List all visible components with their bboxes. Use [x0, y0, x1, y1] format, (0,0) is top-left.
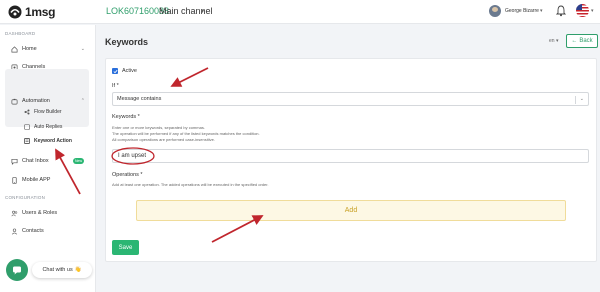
- keyword-value: I am upset: [118, 153, 147, 159]
- logo-text: 1msg: [25, 5, 56, 19]
- section-label-dashboard: DASHBOARD: [5, 31, 36, 36]
- sidebar-item-keyword-action[interactable]: Keyword Action: [24, 135, 72, 147]
- keyword-icon: [24, 138, 30, 144]
- keywords-help-line: Enter one or more keywords, separated by…: [112, 125, 205, 130]
- sidebar-item-label: Mobile APP: [22, 177, 51, 183]
- arrow-left-icon: ←: [571, 38, 578, 44]
- chat-bubble-icon: [13, 266, 21, 275]
- chat-with-us-label: Chat with us: [42, 267, 73, 273]
- avatar[interactable]: [489, 5, 501, 17]
- sidebar-item-auto-replies[interactable]: Auto Replies: [24, 121, 62, 133]
- chat-launcher-button[interactable]: [6, 259, 28, 281]
- condition-value: Message contains: [117, 96, 162, 102]
- operations-label: Operations *: [112, 172, 143, 178]
- save-label: Save: [118, 244, 133, 251]
- keywords-label: Keywords *: [112, 114, 140, 120]
- back-button[interactable]: ← Back: [566, 34, 598, 48]
- language-select[interactable]: en ▾: [549, 38, 558, 44]
- sidebar-item-users-roles[interactable]: Users & Roles: [5, 206, 89, 220]
- keyword-input[interactable]: I am upset: [112, 149, 589, 163]
- active-checkbox[interactable]: [112, 68, 118, 74]
- sidebar-item-label: Home: [22, 46, 37, 52]
- if-label: If *: [112, 83, 119, 89]
- add-operation-button[interactable]: Add: [136, 200, 566, 221]
- chevron-down-icon: ⌄: [80, 46, 85, 52]
- users-icon: [11, 210, 18, 216]
- save-button[interactable]: Save: [112, 240, 139, 255]
- top-bar: 1msg LOK607160088 Main channel ▾ George …: [0, 0, 600, 24]
- condition-select[interactable]: Message contains ⌄: [112, 92, 589, 106]
- contacts-icon: [11, 228, 18, 235]
- us-flag-icon[interactable]: [576, 4, 589, 17]
- chevron-down-icon[interactable]: ▾: [201, 8, 204, 15]
- sidebar-item-label: Auto Replies: [34, 124, 63, 130]
- chat-icon: [11, 158, 18, 165]
- flow-icon: [24, 109, 30, 115]
- automation-icon: [11, 98, 18, 104]
- page-title: Keywords: [105, 37, 149, 47]
- sidebar-item-label: Automation: [22, 98, 50, 104]
- chevron-down-icon: ⌄: [579, 96, 584, 102]
- select-divider: [575, 96, 576, 104]
- sidebar-item-home[interactable]: Home ⌄: [5, 42, 89, 56]
- new-badge: New: [73, 158, 84, 164]
- sidebar-item-label: Users & Roles: [22, 210, 58, 216]
- sidebar-item-contacts[interactable]: Contacts: [5, 224, 89, 238]
- wave-icon: 👋: [74, 267, 82, 273]
- reply-icon: [24, 124, 30, 130]
- chevron-up-icon: ⌃: [80, 98, 85, 104]
- add-label: Add: [344, 207, 358, 214]
- check-icon: [113, 69, 118, 73]
- keywords-help-line: The operation will be performed if any o…: [112, 131, 260, 136]
- logo-icon: [8, 5, 22, 19]
- sidebar-item-label: Keyword Action: [34, 138, 72, 144]
- operations-help: Add at least one operation. The added op…: [112, 182, 269, 187]
- active-label: Active: [122, 68, 137, 74]
- home-icon: [11, 45, 18, 52]
- back-label: Back: [579, 38, 593, 44]
- sidebar-item-label: Chat Inbox: [22, 158, 49, 164]
- language-value: en: [549, 38, 555, 44]
- sidebar-item-label: Flow Builder: [34, 109, 62, 115]
- logo[interactable]: 1msg: [8, 5, 55, 19]
- chat-with-us-button[interactable]: Chat with us 👋: [32, 262, 92, 278]
- section-label-configuration: CONFIGURATION: [5, 195, 46, 200]
- bell-icon[interactable]: [556, 5, 566, 17]
- user-name[interactable]: George Bizarre: [505, 8, 539, 14]
- chevron-down-icon[interactable]: ▾: [591, 8, 594, 14]
- channel-name[interactable]: Main channel: [159, 6, 213, 16]
- keywords-help-line: All comparison operations are performed …: [112, 137, 215, 142]
- chevron-down-icon[interactable]: ▾: [540, 8, 543, 14]
- sidebar-item-mobile-app[interactable]: Mobile APP: [5, 173, 89, 187]
- sidebar-item-flow-builder[interactable]: Flow Builder: [24, 106, 62, 118]
- sidebar-item-label: Contacts: [22, 228, 44, 234]
- mobile-icon: [12, 176, 17, 184]
